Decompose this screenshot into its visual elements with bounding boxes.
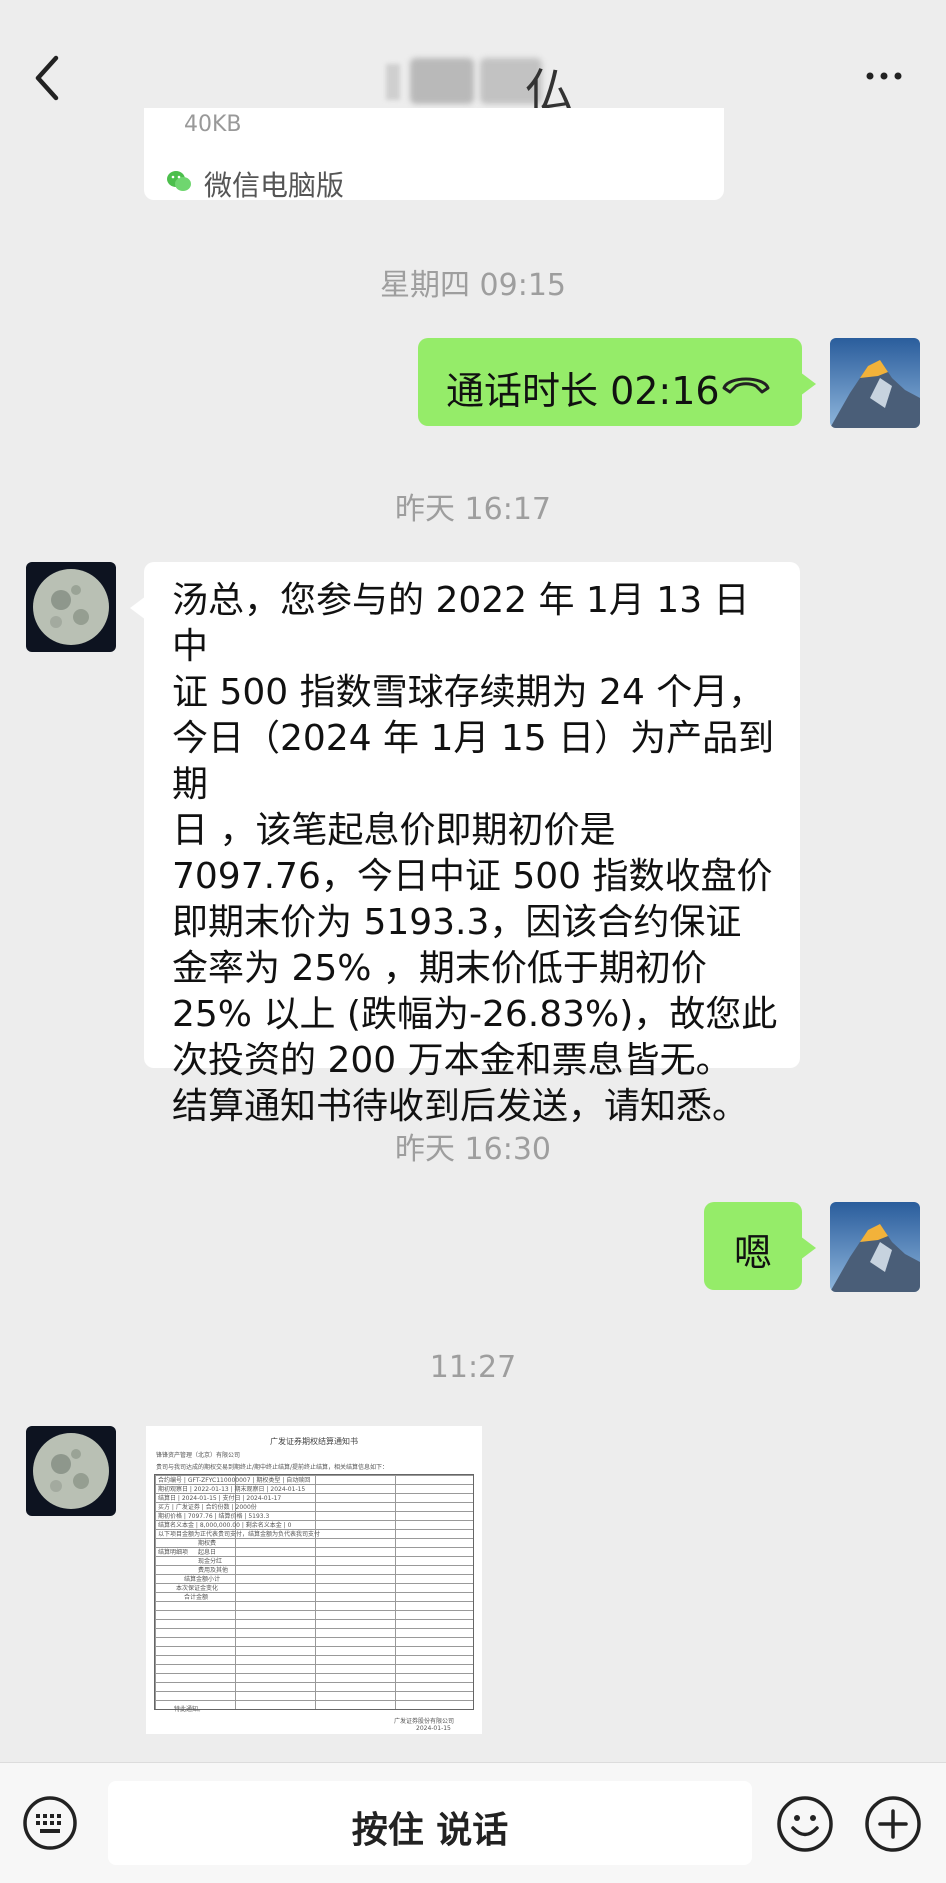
timestamp: 星期四 09:15 [380, 268, 566, 303]
doc-sub-label: 现金分红 [198, 1558, 223, 1565]
doc-row: 结算日 | 2024-01-15 | 支付日 | 2024-01-17 [158, 1495, 282, 1502]
plus-icon[interactable] [864, 1795, 922, 1853]
back-icon[interactable] [28, 48, 68, 108]
doc-header: 广发证券期权结算通知书 [270, 1437, 358, 1446]
keyboard-icon[interactable] [22, 1795, 78, 1851]
doc-sub-label: 结算明细项 [158, 1549, 189, 1556]
chat-title: 仏 [380, 44, 580, 120]
doc-sub-label: 期权费 [198, 1540, 217, 1547]
doc-intro: 贵司与我司达成的期权交易到期终止/期中终止结算/提前终止结算，相关结算信息如下： [156, 1464, 389, 1471]
moon-avatar-image [26, 1426, 116, 1516]
outgoing-message-bubble[interactable]: 嗯 [704, 1202, 816, 1290]
doc-row: 合约编号 | GFT-ZFYC110000007 | 期权类型 | 自动赎回 [158, 1477, 311, 1484]
mountain-avatar-image [830, 338, 920, 428]
mountain-avatar-image [830, 1202, 920, 1292]
emoji-icon[interactable] [776, 1795, 834, 1853]
hold-to-talk-button[interactable]: 按住 说话 [108, 1781, 752, 1865]
blurred-name-part [386, 64, 400, 100]
moon-avatar-image [26, 562, 116, 652]
card-truncated-text: 40KB [184, 112, 242, 137]
doc-sub-label: 费用及其他 [198, 1567, 229, 1574]
doc-sub-label: 结算金额小计 [184, 1576, 221, 1583]
timestamp: 昨天 16:17 [395, 492, 551, 527]
contact-avatar[interactable] [26, 562, 116, 652]
settlement-notice-image[interactable]: 广发证券期权结算通知书 锋锋资产管理（北京）有限公司 贵司与我司达成的期权交易到… [146, 1426, 482, 1734]
incoming-message-bubble[interactable]: 汤总，您参与的 2022 年 1月 13 日中 证 500 指数雪球存续期为 2… [130, 562, 800, 1127]
timestamp: 昨天 16:30 [395, 1132, 551, 1167]
doc-row: 买方 | 广发证券 | 合约份数 | 2000份 [158, 1504, 257, 1511]
doc-notes: 以下项目金额为正代表贵司支付，结算金额为负代表我司支付 [158, 1531, 321, 1538]
doc-footer-date: 2024-01-15 [416, 1725, 451, 1732]
reply-text: 嗯 [734, 1231, 773, 1275]
top-bar: 仏 [0, 0, 946, 124]
self-avatar[interactable] [830, 338, 920, 428]
doc-sub-label: 本次保证金变化 [176, 1585, 219, 1592]
doc-footer-left: 特此通知。 [174, 1706, 205, 1713]
wechat-pc-icon [167, 171, 191, 191]
timestamp: 11:27 [429, 1350, 517, 1385]
blurred-name-part [410, 58, 474, 104]
call-record-bubble[interactable]: 通话时长 02:16 [418, 338, 816, 426]
doc-row: 期初观察日 | 2022-01-13 | 期末观察日 | 2024-01-15 [158, 1486, 306, 1493]
doc-company: 锋锋资产管理（北京）有限公司 [156, 1452, 241, 1459]
input-bar: 按住 说话 [0, 1762, 946, 1883]
settlement-message-text: 汤总，您参与的 2022 年 1月 13 日中 证 500 指数雪球存续期为 2… [172, 580, 778, 1127]
self-avatar[interactable] [830, 1202, 920, 1292]
call-duration-label: 通话时长 02:16 [446, 369, 720, 413]
doc-row: 结算名义本金 | 8,000,000.00 | 剩余名义本金 | 0 [158, 1522, 292, 1529]
shared-file-card[interactable]: 40KB 微信电脑版 [144, 108, 724, 202]
doc-sub-label: 起息日 [198, 1549, 217, 1556]
hold-to-talk-label: 按住 说话 [351, 1810, 509, 1851]
card-source-label: 微信电脑版 [204, 169, 345, 202]
doc-footer-right: 广发证券股份有限公司 [394, 1718, 455, 1725]
contact-avatar[interactable] [26, 1426, 116, 1516]
doc-row: 期初价格 | 7097.76 | 结算价格 | 5193.3 [158, 1513, 270, 1520]
doc-sub-label: 合计金额 [184, 1594, 209, 1601]
more-icon[interactable] [862, 60, 906, 90]
hangup-icon [722, 377, 770, 394]
